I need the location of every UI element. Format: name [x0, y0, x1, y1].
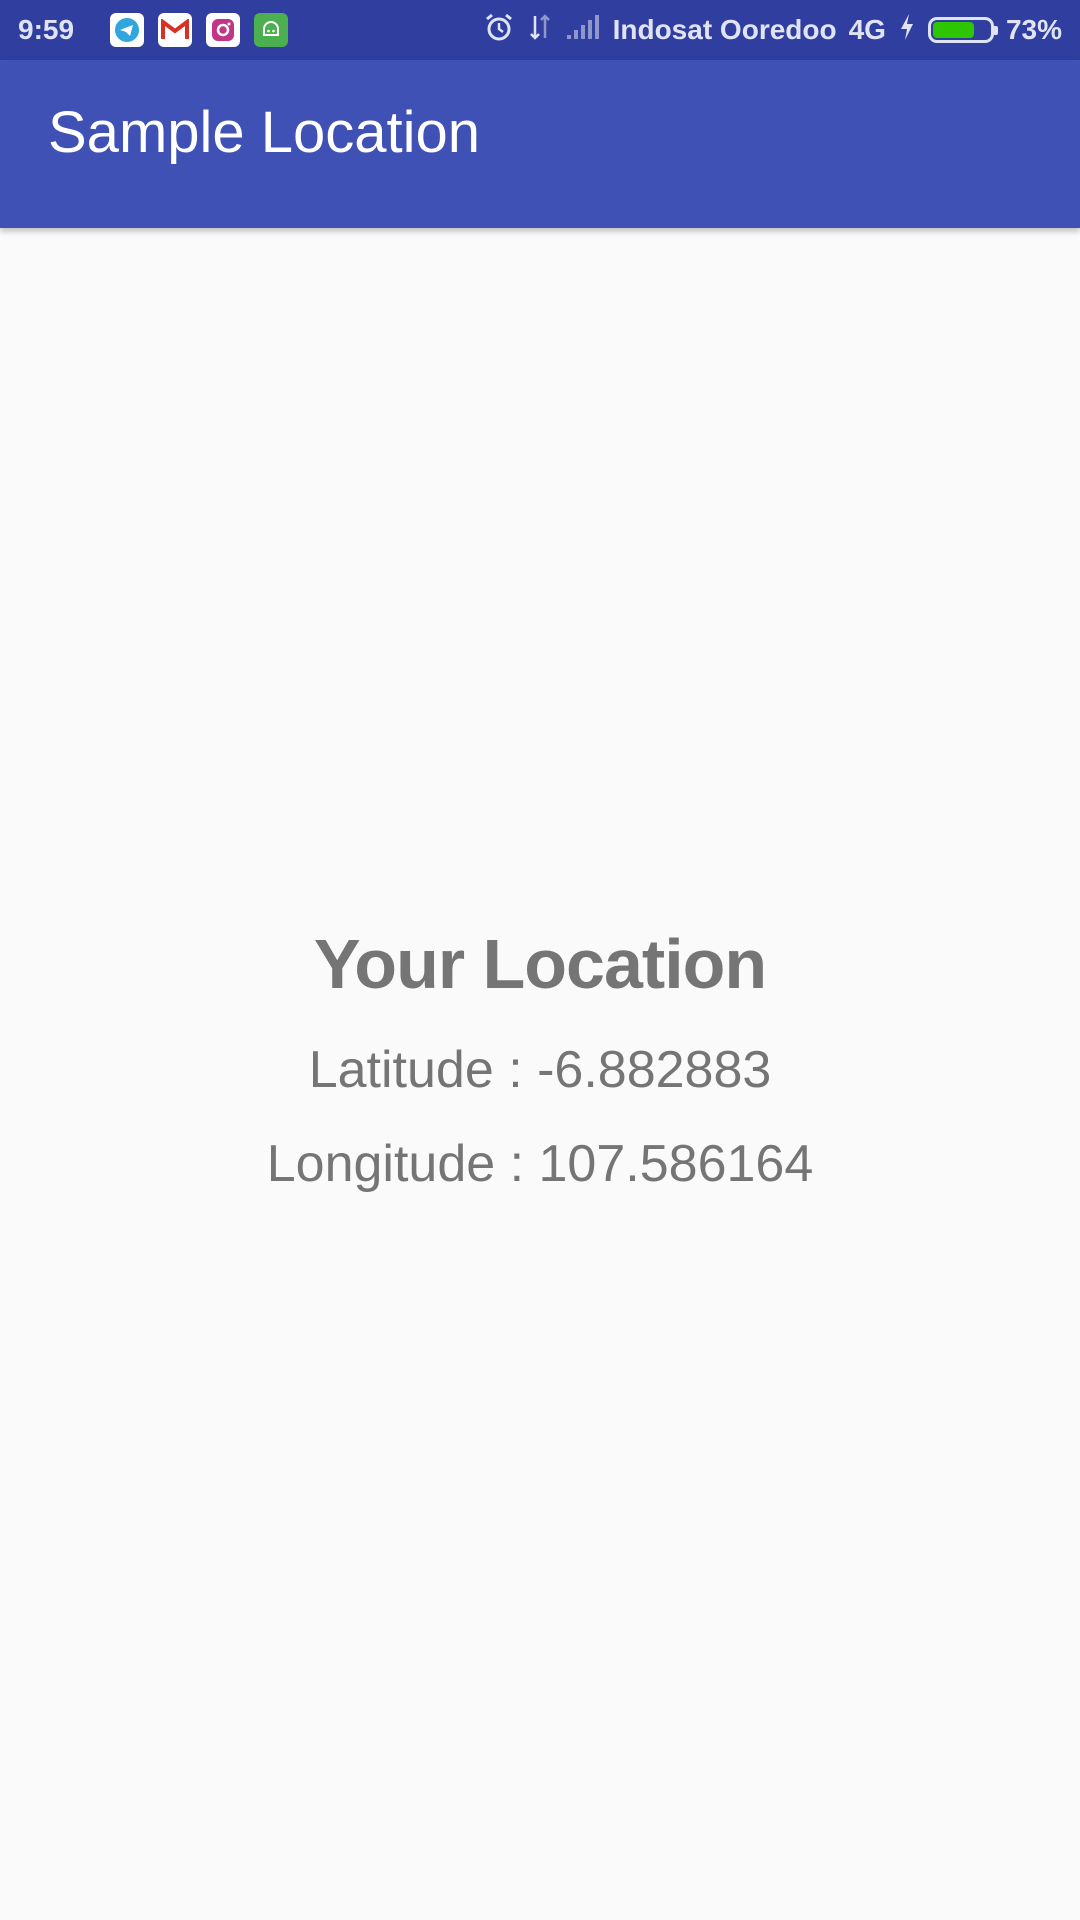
- carrier-name: Indosat Ooredoo: [612, 14, 837, 45]
- instagram-icon: [206, 13, 240, 47]
- status-bar: 9:59 Indosat Ooredoo 4G 73%: [0, 0, 1080, 60]
- battery-percent: 73%: [1005, 14, 1062, 45]
- telegram-icon: [110, 13, 144, 47]
- alarm-icon: [483, 11, 515, 50]
- app-bar: Sample Location: [0, 60, 1080, 228]
- location-heading: Your Location: [313, 925, 767, 1003]
- android-robot-icon: [254, 13, 288, 47]
- location-panel: Your Location Latitude : -6.882883 Longi…: [0, 900, 1080, 1194]
- latitude-text: Latitude : -6.882883: [308, 1041, 772, 1099]
- network-type: 4G: [848, 14, 886, 45]
- longitude-text: Longitude : 107.586164: [266, 1135, 814, 1193]
- gmail-icon: [158, 13, 192, 47]
- charging-icon: [898, 13, 916, 48]
- data-transfer-icon: [527, 12, 553, 49]
- signal-icon: [565, 13, 601, 48]
- battery-icon: [927, 17, 998, 43]
- app-title: Sample Location: [48, 99, 481, 165]
- battery-level: [932, 22, 974, 38]
- status-right-group: Indosat Ooredoo 4G 73%: [471, 11, 1062, 50]
- status-time: 9:59: [18, 14, 75, 45]
